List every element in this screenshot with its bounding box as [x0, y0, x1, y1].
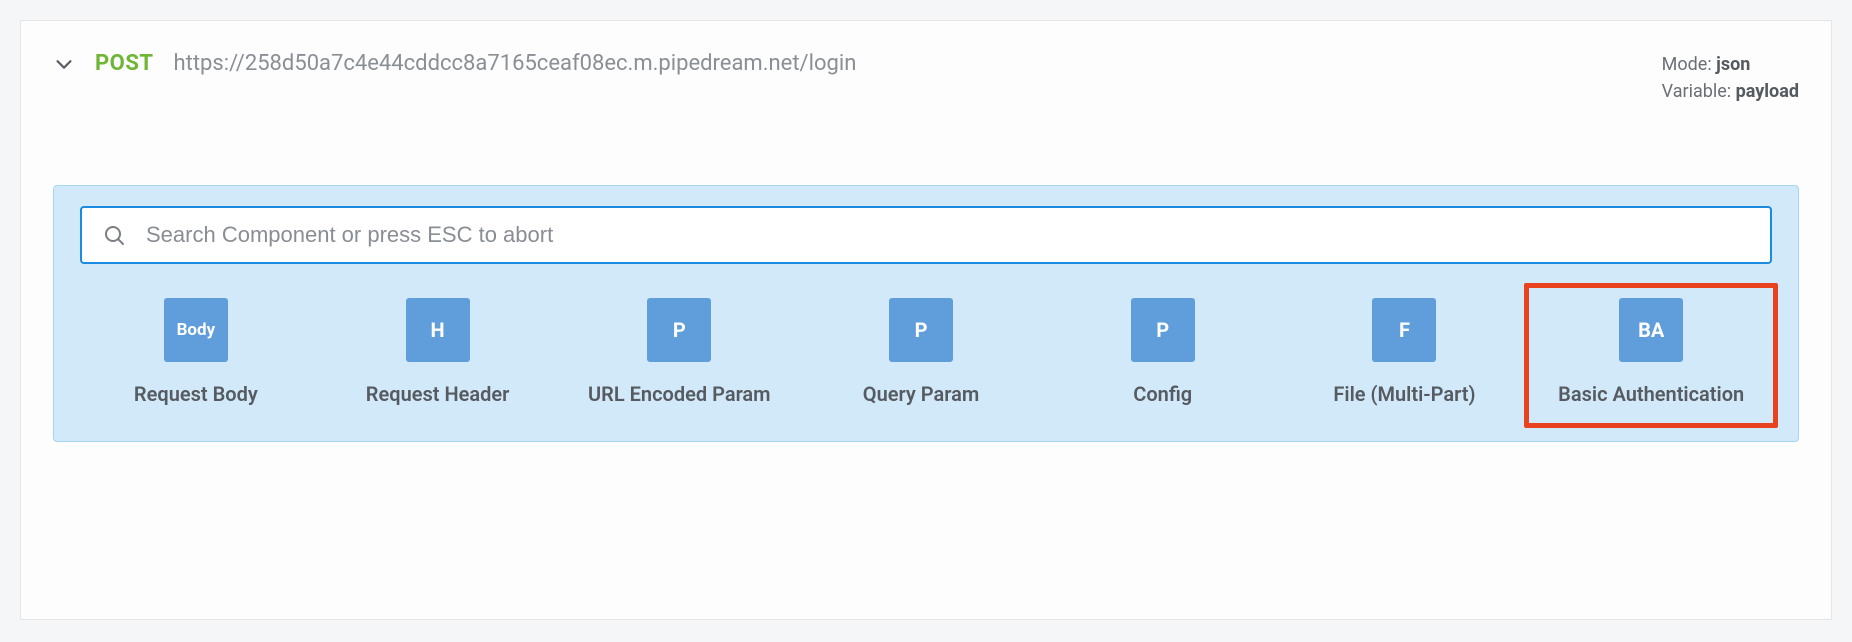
component-label: Request Body: [134, 380, 258, 409]
component-label: Basic Authentication: [1558, 380, 1744, 409]
search-box[interactable]: [80, 206, 1772, 264]
variable-value: payload: [1736, 81, 1799, 102]
header-row: POST https://258d50a7c4e44cddcc8a7165cea…: [53, 51, 1799, 105]
component-badge: Body: [164, 298, 228, 362]
component-label: File (Multi-Part): [1333, 380, 1475, 409]
component-badge: P: [647, 298, 711, 362]
component-label: Query Param: [863, 380, 979, 409]
component-config[interactable]: P Config: [1047, 292, 1279, 415]
component-basic-authentication[interactable]: BA Basic Authentication: [1524, 283, 1778, 428]
header-meta: Mode: json Variable: payload: [1662, 51, 1799, 105]
component-badge: BA: [1619, 298, 1683, 362]
component-badge: H: [406, 298, 470, 362]
variable-label: Variable:: [1662, 81, 1736, 102]
search-input[interactable]: [146, 222, 1750, 248]
component-query-param[interactable]: P Query Param: [805, 292, 1037, 415]
search-icon: [102, 223, 126, 247]
component-label: Config: [1133, 380, 1192, 409]
component-panel: Body Request Body H Request Header P URL…: [53, 185, 1799, 442]
component-file-multipart[interactable]: F File (Multi-Part): [1289, 292, 1521, 415]
http-method: POST: [95, 51, 154, 76]
component-badge: P: [889, 298, 953, 362]
header-left: POST https://258d50a7c4e44cddcc8a7165cea…: [53, 51, 856, 76]
component-url-encoded-param[interactable]: P URL Encoded Param: [563, 292, 795, 415]
mode-value: json: [1716, 54, 1750, 75]
main-panel: POST https://258d50a7c4e44cddcc8a7165cea…: [20, 20, 1832, 620]
mode-label: Mode:: [1662, 54, 1717, 75]
component-badge: P: [1131, 298, 1195, 362]
component-request-header[interactable]: H Request Header: [322, 292, 554, 415]
component-label: Request Header: [366, 380, 510, 409]
component-request-body[interactable]: Body Request Body: [80, 292, 312, 415]
component-grid: Body Request Body H Request Header P URL…: [80, 292, 1772, 415]
request-url: https://258d50a7c4e44cddcc8a7165ceaf08ec…: [174, 51, 857, 76]
component-label: URL Encoded Param: [588, 380, 771, 409]
chevron-down-icon[interactable]: [53, 53, 75, 75]
component-badge: F: [1372, 298, 1436, 362]
